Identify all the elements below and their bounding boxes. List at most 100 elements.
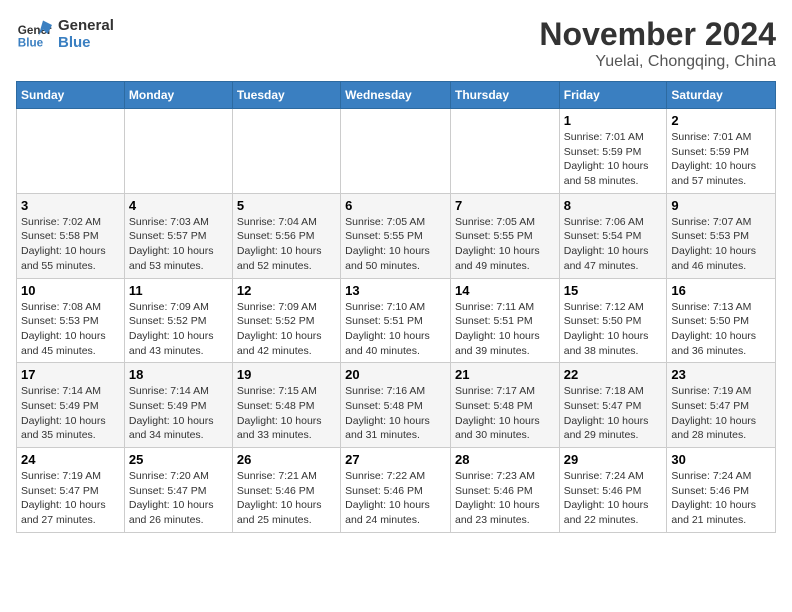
- calendar-week-1: 1 Sunrise: 7:01 AM Sunset: 5:59 PM Daylig…: [17, 109, 776, 194]
- calendar-cell: 13 Sunrise: 7:10 AM Sunset: 5:51 PM Dayli…: [341, 278, 451, 363]
- day-info: Sunrise: 7:17 AM Sunset: 5:48 PM Dayligh…: [455, 384, 555, 443]
- day-info: Sunrise: 7:14 AM Sunset: 5:49 PM Dayligh…: [129, 384, 228, 443]
- day-number: 8: [564, 198, 663, 213]
- day-info: Sunrise: 7:13 AM Sunset: 5:50 PM Dayligh…: [671, 300, 771, 359]
- calendar-cell: 25 Sunrise: 7:20 AM Sunset: 5:47 PM Dayli…: [124, 448, 232, 533]
- weekday-header-tuesday: Tuesday: [232, 82, 340, 109]
- calendar-cell: 17 Sunrise: 7:14 AM Sunset: 5:49 PM Dayli…: [17, 363, 125, 448]
- day-info: Sunrise: 7:10 AM Sunset: 5:51 PM Dayligh…: [345, 300, 446, 359]
- day-number: 29: [564, 452, 663, 467]
- day-number: 7: [455, 198, 555, 213]
- day-info: Sunrise: 7:01 AM Sunset: 5:59 PM Dayligh…: [671, 130, 771, 189]
- day-info: Sunrise: 7:11 AM Sunset: 5:51 PM Dayligh…: [455, 300, 555, 359]
- calendar-cell: 28Sunrise: 7:23 AM Sunset: 5:46 PM Dayli…: [450, 448, 559, 533]
- day-number: 24: [21, 452, 120, 467]
- calendar-cell: 5 Sunrise: 7:04 AM Sunset: 5:56 PM Daylig…: [232, 193, 340, 278]
- day-info: Sunrise: 7:09 AM Sunset: 5:52 PM Dayligh…: [237, 300, 336, 359]
- calendar-cell: 7 Sunrise: 7:05 AM Sunset: 5:55 PM Daylig…: [450, 193, 559, 278]
- day-number: 18: [129, 367, 228, 382]
- day-number: 4: [129, 198, 228, 213]
- calendar-cell: 6 Sunrise: 7:05 AM Sunset: 5:55 PM Daylig…: [341, 193, 451, 278]
- day-info: Sunrise: 7:16 AM Sunset: 5:48 PM Dayligh…: [345, 384, 446, 443]
- calendar-cell: 12Sunrise: 7:09 AM Sunset: 5:52 PM Dayli…: [232, 278, 340, 363]
- calendar-cell: [17, 109, 125, 194]
- weekday-header-thursday: Thursday: [450, 82, 559, 109]
- day-number: 20: [345, 367, 446, 382]
- day-number: 10: [21, 283, 120, 298]
- calendar-cell: 15 Sunrise: 7:12 AM Sunset: 5:50 PM Dayli…: [559, 278, 667, 363]
- day-number: 21: [455, 367, 555, 382]
- day-number: 2: [671, 113, 771, 128]
- calendar-cell: 1 Sunrise: 7:01 AM Sunset: 5:59 PM Daylig…: [559, 109, 667, 194]
- calendar-cell: 23Sunrise: 7:19 AM Sunset: 5:47 PM Dayli…: [667, 363, 776, 448]
- logo-line2: Blue: [58, 34, 114, 51]
- day-number: 3: [21, 198, 120, 213]
- day-number: 16: [671, 283, 771, 298]
- logo: General Blue General Blue: [16, 16, 114, 52]
- weekday-header-wednesday: Wednesday: [341, 82, 451, 109]
- day-info: Sunrise: 7:08 AM Sunset: 5:53 PM Dayligh…: [21, 300, 120, 359]
- calendar-cell: 4 Sunrise: 7:03 AM Sunset: 5:57 PM Daylig…: [124, 193, 232, 278]
- day-info: Sunrise: 7:03 AM Sunset: 5:57 PM Dayligh…: [129, 215, 228, 274]
- day-number: 1: [564, 113, 663, 128]
- calendar-table: SundayMondayTuesdayWednesdayThursdayFrid…: [16, 81, 776, 533]
- day-number: 25: [129, 452, 228, 467]
- weekday-header-monday: Monday: [124, 82, 232, 109]
- day-number: 13: [345, 283, 446, 298]
- day-number: 19: [237, 367, 336, 382]
- day-info: Sunrise: 7:14 AM Sunset: 5:49 PM Dayligh…: [21, 384, 120, 443]
- day-number: 26: [237, 452, 336, 467]
- day-info: Sunrise: 7:05 AM Sunset: 5:55 PM Dayligh…: [455, 215, 555, 274]
- day-info: Sunrise: 7:19 AM Sunset: 5:47 PM Dayligh…: [21, 469, 120, 528]
- day-number: 14: [455, 283, 555, 298]
- calendar-cell: 27 Sunrise: 7:22 AM Sunset: 5:46 PM Dayli…: [341, 448, 451, 533]
- calendar-cell: 21 Sunrise: 7:17 AM Sunset: 5:48 PM Dayli…: [450, 363, 559, 448]
- calendar-cell: [232, 109, 340, 194]
- calendar-cell: 16 Sunrise: 7:13 AM Sunset: 5:50 PM Dayli…: [667, 278, 776, 363]
- calendar-cell: [124, 109, 232, 194]
- day-info: Sunrise: 7:18 AM Sunset: 5:47 PM Dayligh…: [564, 384, 663, 443]
- day-number: 11: [129, 283, 228, 298]
- day-number: 27: [345, 452, 446, 467]
- day-number: 17: [21, 367, 120, 382]
- day-number: 9: [671, 198, 771, 213]
- calendar-cell: 24 Sunrise: 7:19 AM Sunset: 5:47 PM Dayli…: [17, 448, 125, 533]
- day-info: Sunrise: 7:15 AM Sunset: 5:48 PM Dayligh…: [237, 384, 336, 443]
- page-header: General Blue General Blue November 2024 …: [16, 16, 776, 71]
- day-info: Sunrise: 7:01 AM Sunset: 5:59 PM Dayligh…: [564, 130, 663, 189]
- day-info: Sunrise: 7:09 AM Sunset: 5:52 PM Dayligh…: [129, 300, 228, 359]
- title-block: November 2024 Yuelai, Chongqing, China: [539, 16, 776, 71]
- calendar-cell: 20 Sunrise: 7:16 AM Sunset: 5:48 PM Dayli…: [341, 363, 451, 448]
- calendar-cell: 14 Sunrise: 7:11 AM Sunset: 5:51 PM Dayli…: [450, 278, 559, 363]
- calendar-cell: 9Sunrise: 7:07 AM Sunset: 5:53 PM Daylig…: [667, 193, 776, 278]
- calendar-cell: 19 Sunrise: 7:15 AM Sunset: 5:48 PM Dayli…: [232, 363, 340, 448]
- weekday-header-sunday: Sunday: [17, 82, 125, 109]
- calendar-cell: 11 Sunrise: 7:09 AM Sunset: 5:52 PM Dayli…: [124, 278, 232, 363]
- day-number: 30: [671, 452, 771, 467]
- day-info: Sunrise: 7:04 AM Sunset: 5:56 PM Dayligh…: [237, 215, 336, 274]
- calendar-cell: 26Sunrise: 7:21 AM Sunset: 5:46 PM Dayli…: [232, 448, 340, 533]
- weekday-header-saturday: Saturday: [667, 82, 776, 109]
- calendar-cell: 22 Sunrise: 7:18 AM Sunset: 5:47 PM Dayli…: [559, 363, 667, 448]
- calendar-cell: 3Sunrise: 7:02 AM Sunset: 5:58 PM Daylig…: [17, 193, 125, 278]
- calendar-cell: 18 Sunrise: 7:14 AM Sunset: 5:49 PM Dayli…: [124, 363, 232, 448]
- day-number: 23: [671, 367, 771, 382]
- day-number: 22: [564, 367, 663, 382]
- calendar-week-5: 24 Sunrise: 7:19 AM Sunset: 5:47 PM Dayli…: [17, 448, 776, 533]
- day-info: Sunrise: 7:24 AM Sunset: 5:46 PM Dayligh…: [671, 469, 771, 528]
- day-number: 6: [345, 198, 446, 213]
- logo-icon: General Blue: [16, 16, 52, 52]
- day-number: 15: [564, 283, 663, 298]
- day-info: Sunrise: 7:05 AM Sunset: 5:55 PM Dayligh…: [345, 215, 446, 274]
- day-info: Sunrise: 7:24 AM Sunset: 5:46 PM Dayligh…: [564, 469, 663, 528]
- month-year-title: November 2024: [539, 16, 776, 53]
- calendar-cell: 29 Sunrise: 7:24 AM Sunset: 5:46 PM Dayli…: [559, 448, 667, 533]
- day-info: Sunrise: 7:22 AM Sunset: 5:46 PM Dayligh…: [345, 469, 446, 528]
- calendar-week-2: 3Sunrise: 7:02 AM Sunset: 5:58 PM Daylig…: [17, 193, 776, 278]
- day-number: 28: [455, 452, 555, 467]
- day-info: Sunrise: 7:20 AM Sunset: 5:47 PM Dayligh…: [129, 469, 228, 528]
- day-info: Sunrise: 7:12 AM Sunset: 5:50 PM Dayligh…: [564, 300, 663, 359]
- location-subtitle: Yuelai, Chongqing, China: [539, 53, 776, 71]
- day-number: 5: [237, 198, 336, 213]
- svg-text:Blue: Blue: [18, 37, 44, 50]
